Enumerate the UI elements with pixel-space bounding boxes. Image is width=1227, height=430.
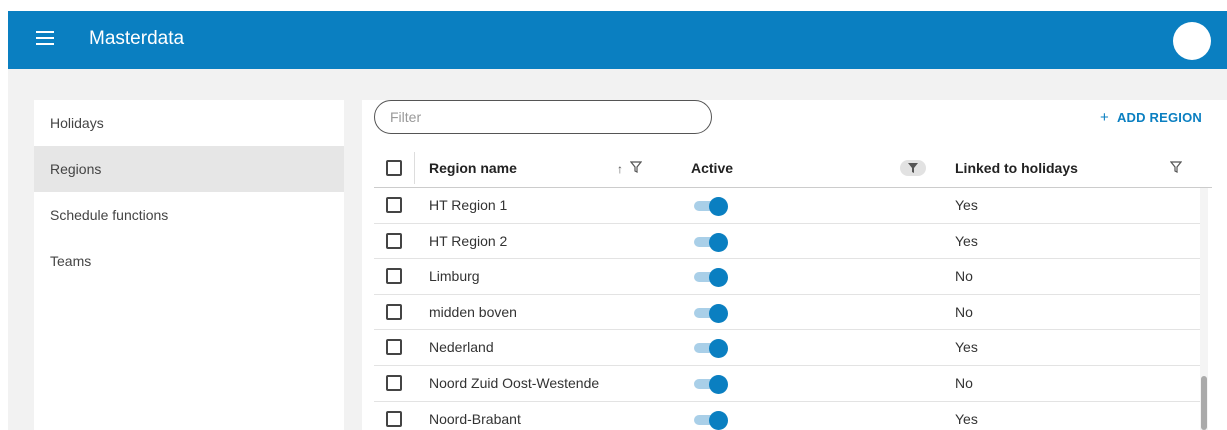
table-row[interactable]: HT Region 1 Yes xyxy=(374,188,1200,224)
header-divider xyxy=(414,152,415,184)
sidebar-item-regions[interactable]: Regions xyxy=(34,146,344,192)
row-checkbox[interactable] xyxy=(386,232,402,249)
add-region-button[interactable]: + ADD REGION xyxy=(1100,109,1202,126)
select-all-checkbox[interactable] xyxy=(386,160,402,176)
sidebar-item-schedule-functions[interactable]: Schedule functions xyxy=(34,192,344,238)
linked-value: Yes xyxy=(955,197,978,213)
table-row[interactable]: Nederland Yes xyxy=(374,330,1200,366)
column-header-active[interactable]: Active xyxy=(691,148,733,188)
row-checkbox[interactable] xyxy=(386,268,402,285)
linked-value: No xyxy=(955,303,973,320)
table-row[interactable]: HT Region 2 Yes xyxy=(374,224,1200,260)
row-checkbox[interactable] xyxy=(386,339,402,356)
active-toggle[interactable] xyxy=(692,374,728,394)
app-title: Masterdata xyxy=(89,28,185,49)
plus-icon: + xyxy=(1099,109,1109,126)
linked-value: Yes xyxy=(955,339,978,356)
region-name: Limburg xyxy=(429,268,480,285)
scrollbar-thumb[interactable] xyxy=(1201,376,1207,430)
row-checkbox[interactable] xyxy=(386,410,402,427)
region-name: HT Region 2 xyxy=(429,232,508,249)
filter-icon[interactable] xyxy=(630,161,642,173)
sidebar-item-holidays[interactable]: Holidays xyxy=(34,100,344,146)
row-checkbox[interactable] xyxy=(386,197,402,213)
region-name: HT Region 1 xyxy=(429,197,508,213)
hamburger-menu-icon[interactable] xyxy=(36,31,54,45)
active-toggle[interactable] xyxy=(692,339,728,359)
active-toggle[interactable] xyxy=(692,410,728,430)
linked-value: No xyxy=(955,374,973,391)
linked-value: Yes xyxy=(955,232,978,249)
active-filter-icon[interactable] xyxy=(900,160,926,176)
user-avatar[interactable] xyxy=(1173,22,1211,60)
linked-filter-icon[interactable] xyxy=(1170,161,1182,173)
sidebar-item-teams[interactable]: Teams xyxy=(34,238,344,284)
active-toggle[interactable] xyxy=(692,268,728,288)
region-name: Nederland xyxy=(429,339,494,356)
sidebar: Holidays Regions Schedule functions Team… xyxy=(34,100,344,430)
table-scrollbar[interactable] xyxy=(1200,188,1208,430)
region-name: Noord Zuid Oost-Westende xyxy=(429,374,600,391)
table-header: Region name ↑ Active Linked to holidays xyxy=(374,148,1212,188)
linked-value: No xyxy=(955,268,973,285)
region-name: Noord-Brabant xyxy=(429,410,521,427)
table-row[interactable]: midden boven No xyxy=(374,295,1200,331)
sort-ascending-icon[interactable]: ↑ xyxy=(617,162,623,176)
app-bar: Masterdata xyxy=(8,11,1227,69)
main-panel: Filter + ADD REGION Region name ↑ Active … xyxy=(362,100,1227,430)
active-toggle[interactable] xyxy=(692,303,728,323)
row-checkbox[interactable] xyxy=(386,303,402,320)
table-row[interactable]: Noord Zuid Oost-Westende No xyxy=(374,366,1200,402)
row-checkbox[interactable] xyxy=(386,374,402,391)
column-header-region-name[interactable]: Region name xyxy=(429,148,517,188)
region-name: midden boven xyxy=(429,303,517,320)
active-toggle[interactable] xyxy=(692,197,728,216)
active-toggle[interactable] xyxy=(692,232,728,252)
table-row[interactable]: Limburg No xyxy=(374,259,1200,295)
column-header-linked-to-holidays[interactable]: Linked to holidays xyxy=(955,148,1078,188)
linked-value: Yes xyxy=(955,410,978,427)
filter-input[interactable]: Filter xyxy=(374,100,712,134)
table-body: HT Region 1 Yes HT Region 2 Yes Limburg … xyxy=(374,188,1200,430)
table-row[interactable]: Noord-Brabant Yes xyxy=(374,402,1200,430)
add-region-label: ADD REGION xyxy=(1116,110,1202,125)
